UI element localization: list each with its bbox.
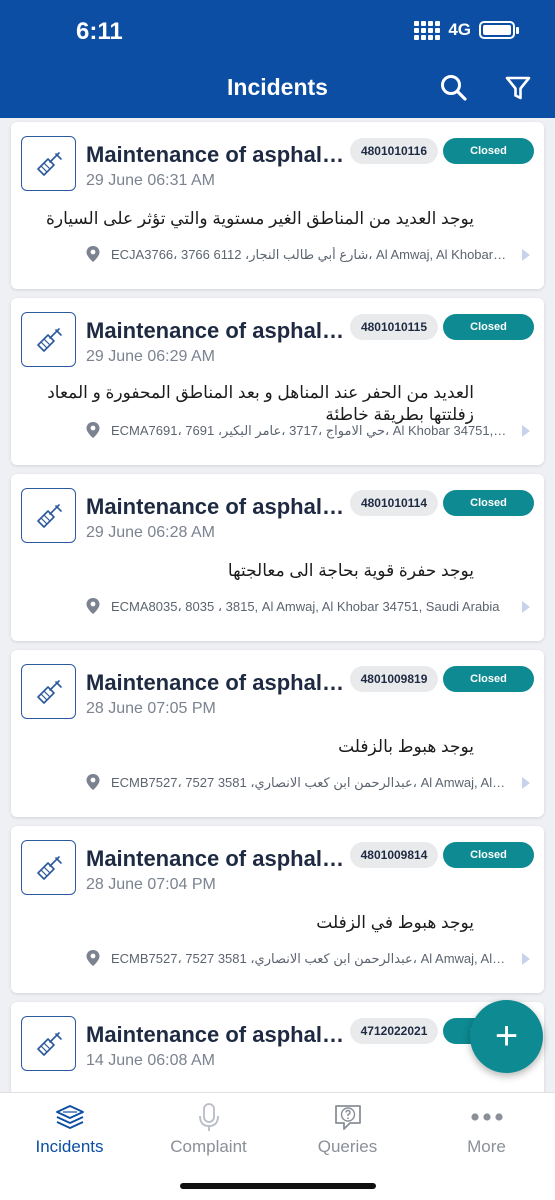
- status-indicators: 4G: [414, 20, 519, 40]
- incident-title: Maintenance of asphalt works: [86, 1022, 348, 1047]
- incident-date: 29 June 06:31 AM: [86, 172, 215, 189]
- category-icon: [21, 136, 76, 191]
- status-time: 6:11: [76, 18, 123, 45]
- asphalt-roller-icon: [36, 679, 62, 704]
- chevron-right-icon[interactable]: [521, 952, 531, 966]
- incident-date: 29 June 06:29 AM: [86, 348, 215, 365]
- network-type: 4G: [448, 20, 471, 39]
- location-pin-icon: [86, 774, 100, 790]
- incident-card[interactable]: Maintenance of asphalt works 4801010114 …: [11, 474, 544, 641]
- incident-location: ECJA3766، 3766 6112 ،شارع أبي طالب النجا…: [111, 247, 507, 262]
- tab-more-label: More: [467, 1137, 506, 1156]
- tab-queries-label: Queries: [317, 1137, 378, 1156]
- incident-id-badge: 4801009814: [350, 842, 438, 868]
- tab-complaint-label: Complaint: [170, 1137, 247, 1156]
- status-badge: Closed: [443, 138, 534, 164]
- chevron-right-icon[interactable]: [521, 248, 531, 262]
- incident-location: ECMA8035، 8035 ، 3815, Al Amwaj, Al Khob…: [111, 599, 500, 614]
- incident-date: 14 June 06:08 AM: [86, 1052, 215, 1069]
- incident-location: ECMB7527، 7527 3581 ،عبدالرحمن ابن كعب ا…: [111, 951, 507, 966]
- incident-title: Maintenance of asphalt works: [86, 318, 348, 343]
- incident-title: Maintenance of asphalt works: [86, 142, 348, 167]
- tab-queries[interactable]: Queries: [278, 1093, 417, 1173]
- incident-title: Maintenance of asphalt works: [86, 846, 348, 871]
- incident-card[interactable]: Maintenance of asphalt works 4801010116 …: [11, 122, 544, 289]
- asphalt-roller-icon: [36, 327, 62, 352]
- status-badge: Closed: [443, 842, 534, 868]
- incident-description: العديد من الحفر عند المناهل و بعد المناط…: [47, 383, 474, 424]
- incident-description: يوجد حفرة قوية بحاجة الى معالجتها: [227, 561, 474, 580]
- asphalt-roller-icon: [36, 151, 62, 176]
- home-indicator: [180, 1183, 376, 1189]
- incident-date: 29 June 06:28 AM: [86, 524, 215, 541]
- incident-location: ECMA7691، 7691 ،حي الامواج ،3717 ،عامر ا…: [111, 423, 507, 438]
- status-badge: Closed: [443, 490, 534, 516]
- layers-icon: [56, 1105, 84, 1129]
- chevron-right-icon[interactable]: [521, 776, 531, 790]
- incident-id-badge: 4801010114: [350, 490, 438, 516]
- incident-description: يوجد العديد من المناطق الغير مستوية والت…: [45, 209, 474, 228]
- status-badge: Closed: [443, 666, 534, 692]
- incident-list[interactable]: Maintenance of asphalt works 4801010116 …: [0, 118, 555, 1092]
- app-header: 6:11 4G Incidents: [0, 0, 555, 118]
- incident-id-badge: 4712022021: [350, 1018, 438, 1044]
- incident-title: Maintenance of asphalt works: [86, 494, 348, 519]
- incident-description: يوجد هبوط بالزفلت: [338, 737, 474, 756]
- page-title: Incidents: [227, 74, 328, 100]
- asphalt-roller-icon: [36, 503, 62, 528]
- status-badge: Closed: [443, 314, 534, 340]
- incident-card[interactable]: Maintenance of asphalt works 4801010115 …: [11, 298, 544, 465]
- incident-id-badge: 4801010116: [350, 138, 438, 164]
- incident-description: يوجد هبوط في الزفلت: [316, 913, 474, 932]
- tab-complaint[interactable]: Complaint: [139, 1093, 278, 1173]
- incident-location: ECMB7527، 7527 3581 ،عبدالرحمن ابن كعب ا…: [111, 775, 507, 790]
- category-icon: [21, 312, 76, 367]
- question-chat-icon: [335, 1105, 361, 1130]
- category-icon: [21, 664, 76, 719]
- incident-date: 28 June 07:05 PM: [86, 700, 216, 717]
- incident-title: Maintenance of asphalt works: [86, 670, 348, 695]
- location-pin-icon: [86, 950, 100, 966]
- location-pin-icon: [86, 422, 100, 438]
- battery-icon: [479, 21, 519, 39]
- tab-incidents-label: Incidents: [35, 1137, 104, 1156]
- location-pin-icon: [86, 598, 100, 614]
- chevron-right-icon[interactable]: [521, 424, 531, 438]
- category-icon: [21, 488, 76, 543]
- chevron-right-icon[interactable]: [521, 600, 531, 614]
- asphalt-roller-icon: [36, 1031, 62, 1056]
- tab-more[interactable]: More: [417, 1093, 555, 1173]
- search-icon[interactable]: [438, 72, 470, 104]
- location-pin-icon: [86, 246, 100, 262]
- filter-icon[interactable]: [502, 72, 534, 104]
- add-incident-button[interactable]: +: [470, 1000, 543, 1073]
- more-dots-icon: [471, 1113, 503, 1121]
- incident-card[interactable]: Maintenance of asphalt works 4801009819 …: [11, 650, 544, 817]
- asphalt-roller-icon: [36, 855, 62, 880]
- category-icon: [21, 840, 76, 895]
- tab-incidents[interactable]: Incidents: [0, 1093, 139, 1173]
- incident-card[interactable]: Maintenance of asphalt works 4712022021 …: [11, 1002, 544, 1092]
- incident-id-badge: 4801010115: [350, 314, 438, 340]
- incident-id-badge: 4801009819: [350, 666, 438, 692]
- incident-card[interactable]: Maintenance of asphalt works 4801009814 …: [11, 826, 544, 993]
- microphone-icon: [199, 1103, 219, 1131]
- category-icon: [21, 1016, 76, 1071]
- incident-date: 28 June 07:04 PM: [86, 876, 216, 893]
- signal-icon: [414, 20, 441, 40]
